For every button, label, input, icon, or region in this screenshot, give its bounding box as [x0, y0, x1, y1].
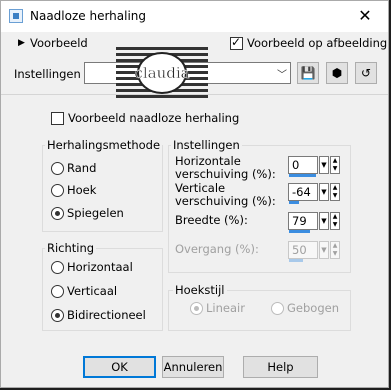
help-button[interactable]: Help: [243, 356, 318, 378]
direction-vertical-label[interactable]: Verticaal: [67, 284, 117, 298]
method-rand-label[interactable]: Rand: [67, 161, 96, 175]
transition-spinner: 50 ▼ ▲ ▼: [288, 241, 340, 262]
random-dice-icon[interactable]: ⬢: [326, 62, 348, 84]
divider: [1, 94, 388, 95]
ok-button[interactable]: OK: [83, 356, 156, 378]
title-bar: Naadloze herhaling ✕: [1, 1, 388, 32]
direction-vertical-radio[interactable]: [51, 285, 64, 298]
method-rand-radio[interactable]: [51, 162, 64, 175]
direction-horizontal-radio[interactable]: [51, 261, 64, 274]
app-icon: [9, 9, 23, 23]
width-label: Breedte (%):: [175, 213, 248, 227]
horizontal-offset-bar: [289, 174, 316, 177]
transition-input: 50: [288, 241, 318, 259]
watermark-text: claudia: [134, 64, 189, 82]
direction-horizontal-label[interactable]: Horizontaal: [67, 260, 133, 274]
horizontal-offset-input[interactable]: 0: [288, 156, 318, 174]
chevron-down-icon[interactable]: ﹀: [277, 66, 287, 81]
method-spiegelen-radio[interactable]: [51, 207, 64, 220]
dialog-window: Naadloze herhaling ✕ ▶ Voorbeeld Voorbee…: [0, 0, 389, 388]
up-down-icon[interactable]: ▲ ▼: [330, 183, 340, 201]
presets-label: Instellingen: [14, 67, 81, 81]
method-spiegelen-label[interactable]: Spiegelen: [67, 206, 124, 220]
up-down-icon[interactable]: ▲ ▼: [330, 156, 340, 174]
transition-bar: [289, 259, 303, 262]
direction-bidirectional-radio[interactable]: [51, 309, 64, 322]
method-hoek-radio[interactable]: [51, 184, 64, 197]
chevron-down-icon[interactable]: ▼: [319, 183, 329, 201]
vertical-offset-bar: [289, 201, 299, 204]
transition-label: Overgang (%):: [175, 242, 259, 256]
repeat-method-title: Herhalingsmethode: [45, 138, 163, 152]
width-spinner[interactable]: 79 ▼ ▲ ▼: [288, 212, 340, 233]
horizontal-offset-label: Horizontale verschuiving (%):: [175, 154, 276, 181]
corner-linear-radio: [190, 302, 203, 315]
corner-linear-label: Lineair: [206, 301, 245, 315]
up-down-icon[interactable]: ▲ ▼: [330, 212, 340, 230]
seamless-preview-checkbox[interactable]: [51, 112, 64, 125]
preview-on-image-label[interactable]: Voorbeeld op afbeelding: [247, 36, 387, 50]
save-preset-icon[interactable]: 💾: [297, 62, 319, 84]
corner-curved-label: Gebogen: [287, 301, 339, 315]
close-icon[interactable]: ✕: [342, 1, 388, 32]
vertical-offset-spinner[interactable]: -64 ▼ ▲ ▼: [288, 183, 340, 204]
vertical-offset-label: Verticale verschuiving (%):: [175, 181, 276, 208]
expand-triangle-icon[interactable]: ▶: [18, 38, 25, 48]
method-hoek-label[interactable]: Hoek: [67, 183, 96, 197]
window-title: Naadloze herhaling: [30, 9, 147, 23]
vertical-offset-input[interactable]: -64: [288, 183, 318, 201]
horizontal-offset-spinner[interactable]: 0 ▼ ▲ ▼: [288, 156, 340, 177]
watermark-logo: claudia: [116, 47, 208, 98]
corner-style-title: Hoekstijl: [173, 283, 227, 297]
up-down-icon: ▲ ▼: [330, 241, 340, 259]
direction-bidirectional-label[interactable]: Bidirectioneel: [67, 308, 146, 322]
width-bar: [289, 230, 310, 233]
chevron-down-icon[interactable]: ▼: [319, 212, 329, 230]
direction-title: Richting: [45, 241, 97, 255]
cancel-button[interactable]: Annuleren: [162, 356, 224, 378]
chevron-down-icon: ▼: [319, 241, 329, 259]
corner-curved-radio: [271, 302, 284, 315]
settings-title: Instellingen: [171, 138, 242, 152]
reset-icon[interactable]: ↺: [355, 62, 377, 84]
width-input[interactable]: 79: [288, 212, 318, 230]
preview-toggle-label[interactable]: Voorbeeld: [30, 36, 88, 50]
seamless-preview-label[interactable]: Voorbeeld naadloze herhaling: [68, 111, 239, 125]
preview-on-image-checkbox[interactable]: [230, 35, 243, 50]
chevron-down-icon[interactable]: ▼: [319, 156, 329, 174]
